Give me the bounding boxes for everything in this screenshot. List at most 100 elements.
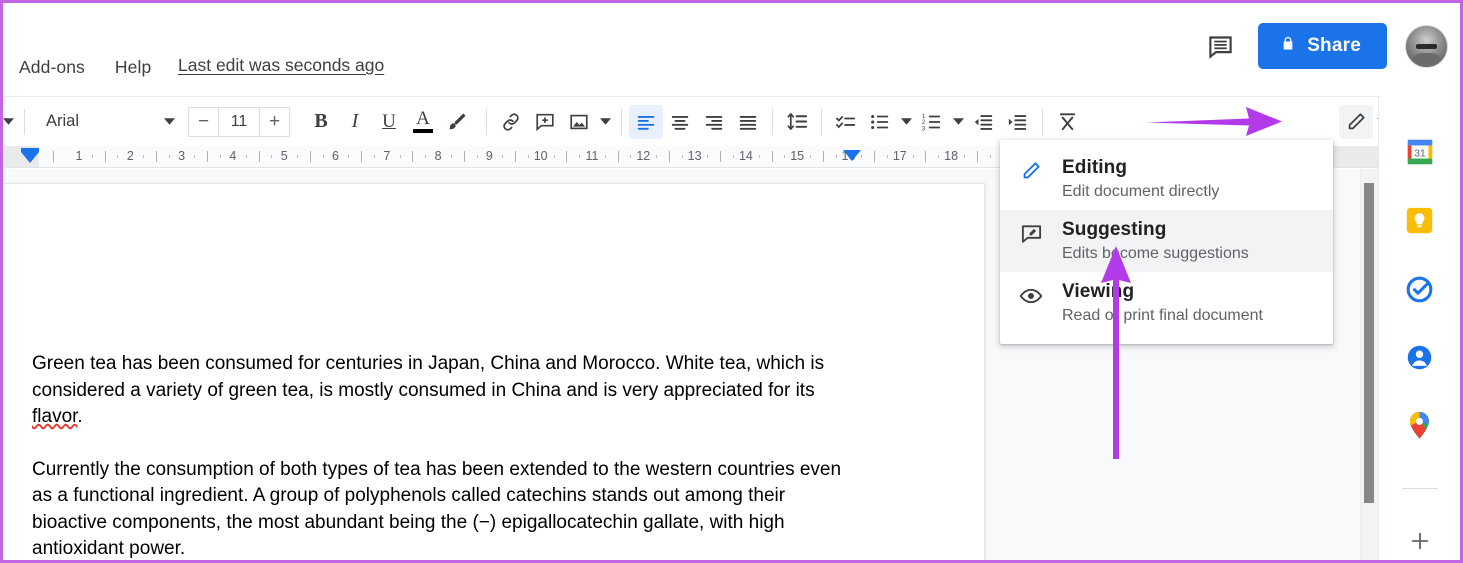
pencil-icon [1018, 157, 1044, 182]
mode-menu-item-editing[interactable]: Editing Edit document directly [1000, 148, 1333, 210]
ruler-subtick [348, 155, 349, 158]
formatting-toolbar: Arial − 11 + B I U A [3, 96, 1460, 146]
vertical-scrollbar-thumb[interactable] [1364, 183, 1374, 503]
font-size-decrease-button[interactable]: − [189, 108, 218, 136]
ruler-number: 13 [688, 149, 702, 163]
ruler-subtick [810, 155, 811, 158]
google-calendar-icon[interactable]: 31 [1396, 132, 1444, 172]
ruler-subtick [528, 155, 529, 158]
add-ons-plus-icon[interactable] [1398, 523, 1442, 560]
ruler-number: 15 [790, 149, 804, 163]
font-size-input[interactable]: 11 [218, 108, 260, 136]
ruler-number: 10 [534, 149, 548, 163]
numbered-list-icon[interactable]: 1 2 3 [915, 105, 949, 139]
document-text-body[interactable]: Green tea has been consumed for centurie… [32, 351, 862, 560]
mode-menu-editing-texts: Editing Edit document directly [1062, 157, 1219, 201]
bulleted-list-caret-down-icon[interactable] [897, 107, 915, 137]
share-button[interactable]: Share [1258, 23, 1387, 69]
ruler-subtick [605, 155, 606, 158]
google-docs-window: Add-ons Help Last edit was seconds ago [0, 0, 1463, 563]
ruler-subtick [733, 155, 734, 158]
ruler-number: 7 [383, 149, 390, 163]
ruler-subtick [682, 155, 683, 158]
bold-button[interactable]: B [304, 105, 338, 139]
mode-menu-editing-subtitle: Edit document directly [1062, 183, 1219, 201]
vertical-scrollbar-track[interactable] [1360, 169, 1378, 560]
ruler-subtick [194, 155, 195, 158]
google-tasks-icon[interactable] [1396, 269, 1444, 309]
lock-icon [1280, 34, 1296, 59]
ruler-subtick [117, 155, 118, 158]
ruler-number: 17 [893, 149, 907, 163]
ruler-number: 6 [332, 149, 339, 163]
font-family-caret-down-icon[interactable] [160, 107, 178, 137]
align-left-icon[interactable] [629, 105, 663, 139]
ruler-tick [207, 151, 208, 162]
ruler-subtick [861, 155, 862, 158]
paragraph-2[interactable]: Currently the consumption of both types … [32, 457, 862, 561]
insert-link-icon[interactable] [494, 105, 528, 139]
ruler-tick [361, 151, 362, 162]
ruler-number: 18 [944, 149, 958, 163]
bulleted-list-icon[interactable] [863, 105, 897, 139]
ruler-subtick [451, 155, 452, 158]
ruler-tick [874, 151, 875, 162]
clear-formatting-icon[interactable] [1050, 105, 1084, 139]
underline-button[interactable]: U [372, 105, 406, 139]
insert-image-icon[interactable] [562, 105, 596, 139]
italic-button[interactable]: I [338, 105, 372, 139]
last-edit-link[interactable]: Last edit was seconds ago [178, 55, 384, 76]
increase-indent-icon[interactable] [1001, 105, 1035, 139]
account-avatar[interactable] [1405, 25, 1448, 68]
paragraph-1-tail: . [77, 406, 82, 427]
paragraph-1[interactable]: Green tea has been consumed for centurie… [32, 351, 862, 431]
menu-help[interactable]: Help [113, 55, 153, 80]
text-color-glyph: A [413, 110, 433, 133]
comment-icon[interactable] [1200, 26, 1240, 66]
document-page[interactable]: Green tea has been consumed for centurie… [3, 183, 985, 560]
misspelled-word[interactable]: flavor [32, 406, 77, 427]
ruler-tick [618, 151, 619, 162]
line-spacing-icon[interactable] [780, 105, 814, 139]
ruler-tick [156, 151, 157, 162]
ruler-subtick [400, 155, 401, 158]
google-maps-icon[interactable] [1396, 406, 1444, 446]
mode-menu-viewing-texts: Viewing Read or print final document [1062, 281, 1263, 325]
align-right-icon[interactable] [697, 105, 731, 139]
ruler-tick [515, 151, 516, 162]
align-justify-icon[interactable] [731, 105, 765, 139]
checklist-icon[interactable] [829, 105, 863, 139]
google-contacts-icon[interactable] [1396, 337, 1444, 377]
font-size-increase-button[interactable]: + [260, 108, 289, 136]
right-indent-marker[interactable] [843, 150, 861, 161]
menu-addons[interactable]: Add-ons [17, 55, 87, 80]
ruler-subtick [630, 155, 631, 158]
font-family-select[interactable]: Arial [32, 107, 160, 137]
ruler-subtick [246, 155, 247, 158]
ruler-tick [566, 151, 567, 162]
decrease-indent-icon[interactable] [967, 105, 1001, 139]
left-indent-marker[interactable] [21, 152, 39, 163]
font-size-stepper: − 11 + [188, 107, 290, 137]
ruler-subtick [938, 155, 939, 158]
toolbar-overflow-caret[interactable] [0, 107, 17, 137]
align-center-icon[interactable] [663, 105, 697, 139]
ruler-tick [925, 151, 926, 162]
add-comment-icon[interactable] [528, 105, 562, 139]
google-keep-icon[interactable] [1396, 200, 1444, 240]
mode-menu-item-viewing[interactable]: Viewing Read or print final document [1000, 272, 1333, 334]
svg-text:3: 3 [922, 126, 926, 132]
ruler-tick [720, 151, 721, 162]
insert-image-caret-down-icon[interactable] [596, 107, 614, 137]
mode-menu-editing-title: Editing [1062, 157, 1219, 179]
ruler-subtick [579, 155, 580, 158]
highlight-pen-icon[interactable] [440, 105, 474, 139]
editing-mode-menu: Editing Edit document directly Suggestin… [1000, 140, 1333, 344]
ruler-tick [669, 151, 670, 162]
mode-menu-item-suggesting[interactable]: Suggesting Edits become suggestions [1000, 210, 1333, 272]
ruler-number: 4 [229, 149, 236, 163]
editing-mode-button[interactable] [1339, 105, 1373, 139]
ruler-subtick [220, 155, 221, 158]
text-color-button[interactable]: A [406, 105, 440, 139]
numbered-list-caret-down-icon[interactable] [949, 107, 967, 137]
